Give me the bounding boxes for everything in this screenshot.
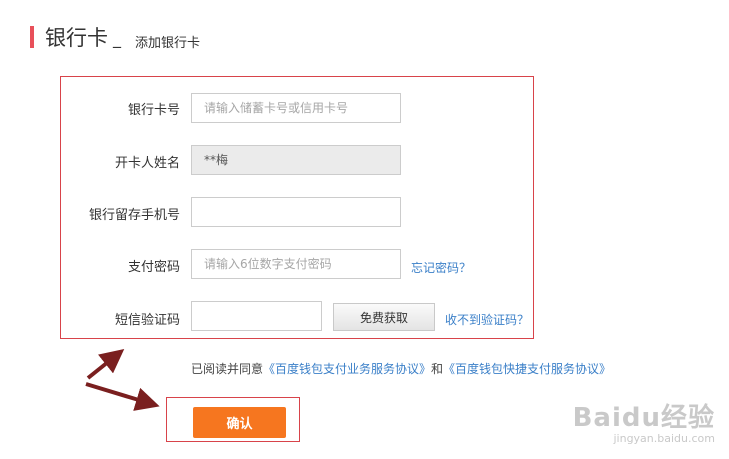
title-accent-bar [30, 26, 34, 48]
holder-name-field: **梅 [191, 145, 401, 175]
baidu-jingyan-watermark: Baidu经验 jingyan.baidu.com [573, 404, 715, 445]
arrow-to-form-icon [86, 349, 125, 380]
agreement-prefix: 已阅读并同意 [191, 362, 264, 376]
get-sms-code-button[interactable]: 免费获取 [333, 303, 435, 331]
pay-password-label: 支付密码 [127, 260, 180, 275]
payment-service-agreement-link[interactable]: 《百度钱包支付业务服务协议》 [263, 362, 431, 376]
pay-password-input[interactable] [191, 249, 401, 279]
confirm-button[interactable]: 确认 [193, 407, 286, 438]
agreement-line: 已阅读并同意《百度钱包支付业务服务协议》和《百度钱包快捷支付服务协议》 [191, 360, 611, 377]
sms-not-received-link[interactable]: 收不到验证码？ [445, 311, 529, 328]
page-subtitle: 添加银行卡 [135, 36, 201, 51]
forgot-password-link[interactable]: 忘记密码？ [411, 259, 471, 276]
holder-name-label: 开卡人姓名 [114, 156, 180, 171]
phone-label: 银行留存手机号 [88, 208, 180, 223]
phone-input[interactable] [191, 197, 401, 227]
title-separator: _ [113, 29, 121, 48]
sms-code-input[interactable] [191, 301, 322, 331]
watermark-url: jingyan.baidu.com [613, 432, 715, 445]
watermark-logo-text: Baidu经验 [572, 403, 715, 433]
agreement-and: 和 [431, 362, 444, 376]
sms-code-label: 短信验证码 [114, 313, 180, 328]
page-title: 银行卡 [45, 26, 108, 50]
card-number-input[interactable] [191, 93, 401, 123]
card-number-label: 银行卡号 [127, 103, 180, 118]
arrow-to-confirm-icon [85, 382, 160, 411]
quick-pay-agreement-link[interactable]: 《百度钱包快捷支付服务协议》 [443, 362, 611, 376]
